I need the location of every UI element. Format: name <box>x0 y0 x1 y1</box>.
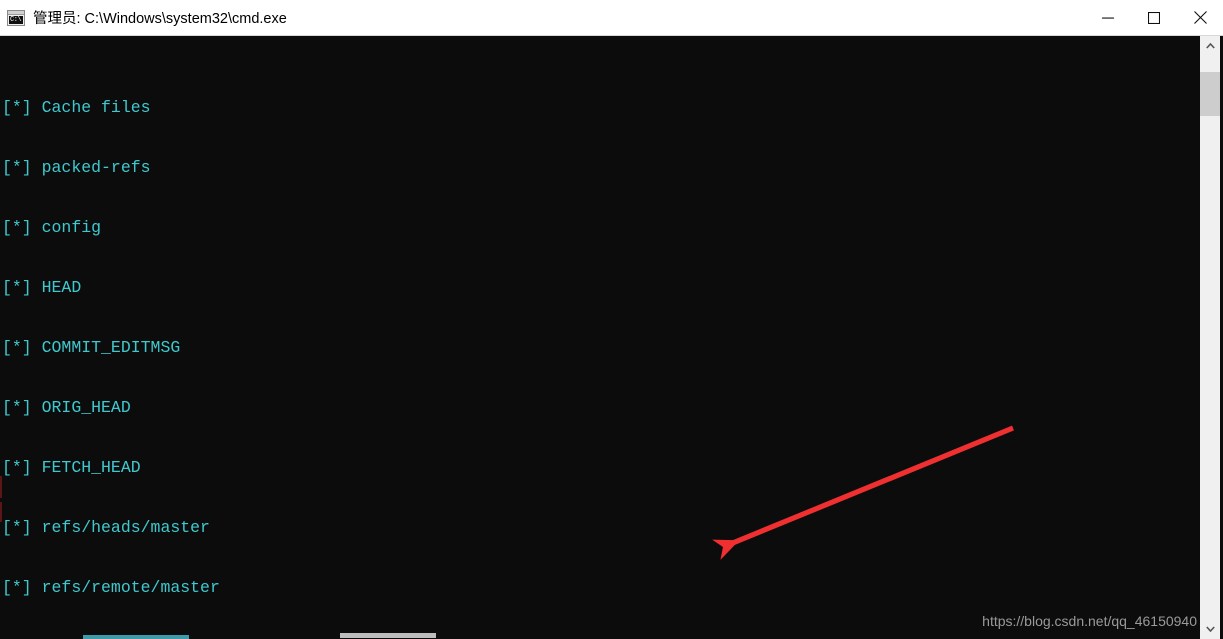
minimize-button[interactable] <box>1085 0 1131 35</box>
horizontal-scrollbar[interactable] <box>0 633 1199 639</box>
line-tag: [*] <box>2 338 32 357</box>
line-text: refs/heads/master <box>41 518 210 537</box>
watermark-url: https://blog.csdn.net/qq_46150940 <box>982 613 1197 629</box>
console-line: [*] COMMIT_EDITMSG <box>2 338 923 358</box>
scrollbar-corner <box>1200 633 1220 639</box>
line-text: config <box>41 218 102 237</box>
line-text: refs/remote/master <box>41 578 220 597</box>
line-tag: [*] <box>2 98 32 117</box>
console-line: [*] refs/remote/master <box>2 578 923 598</box>
maximize-icon <box>1148 11 1160 24</box>
console-line: [*] packed-refs <box>2 158 923 178</box>
close-button[interactable] <box>1177 0 1223 35</box>
chevron-down-icon <box>1205 626 1215 632</box>
line-tag: [*] <box>2 398 32 417</box>
cmd-console-icon: C:\ <box>7 9 25 26</box>
line-tag: [*] <box>2 218 32 237</box>
taskbar-sliver <box>83 635 189 639</box>
line-tag: [*] <box>2 578 32 597</box>
chevron-up-icon <box>1205 43 1215 49</box>
line-tag: [*] <box>2 518 32 537</box>
vertical-scrollbar-track[interactable] <box>1200 56 1220 619</box>
line-tag: [*] <box>2 278 32 297</box>
cmd-window: C:\ 管理员: C:\Windows\system32\cmd.exe [*]… <box>0 0 1223 639</box>
console-line: [*] ORIG_HEAD <box>2 398 923 418</box>
horizontal-scrollbar-thumb[interactable] <box>340 633 436 638</box>
line-text: packed-refs <box>41 158 151 177</box>
maximize-button[interactable] <box>1131 0 1177 35</box>
cmd-icon-screen-text: C:\ <box>9 15 23 24</box>
window-title: 管理员: C:\Windows\system32\cmd.exe <box>33 11 287 27</box>
console-output-area[interactable]: [*] Cache files [*] packed-refs [*] conf… <box>0 36 1199 639</box>
title-bar[interactable]: C:\ 管理员: C:\Windows\system32\cmd.exe <box>0 0 1223 36</box>
console-text-block: [*] Cache files [*] packed-refs [*] conf… <box>2 38 923 639</box>
line-text: COMMIT_EDITMSG <box>41 338 181 357</box>
vertical-scrollbar-thumb[interactable] <box>1200 72 1220 116</box>
line-text: Cache files <box>41 98 151 117</box>
vertical-scrollbar[interactable] <box>1200 36 1220 639</box>
console-line: [*] refs/heads/master <box>2 518 923 538</box>
scroll-up-button[interactable] <box>1200 36 1220 56</box>
console-line: [*] Cache files <box>2 98 923 118</box>
console-line: [*] FETCH_HEAD <box>2 458 923 478</box>
line-text: ORIG_HEAD <box>41 398 131 417</box>
line-text: HEAD <box>41 278 82 297</box>
cmd-icon-titlebar <box>8 10 24 15</box>
line-tag: [*] <box>2 158 32 177</box>
line-text: FETCH_HEAD <box>41 458 141 477</box>
close-icon <box>1193 11 1207 24</box>
console-line: [*] config <box>2 218 923 238</box>
minimize-icon <box>1102 17 1114 19</box>
line-tag: [*] <box>2 458 32 477</box>
console-line: [*] HEAD <box>2 278 923 298</box>
